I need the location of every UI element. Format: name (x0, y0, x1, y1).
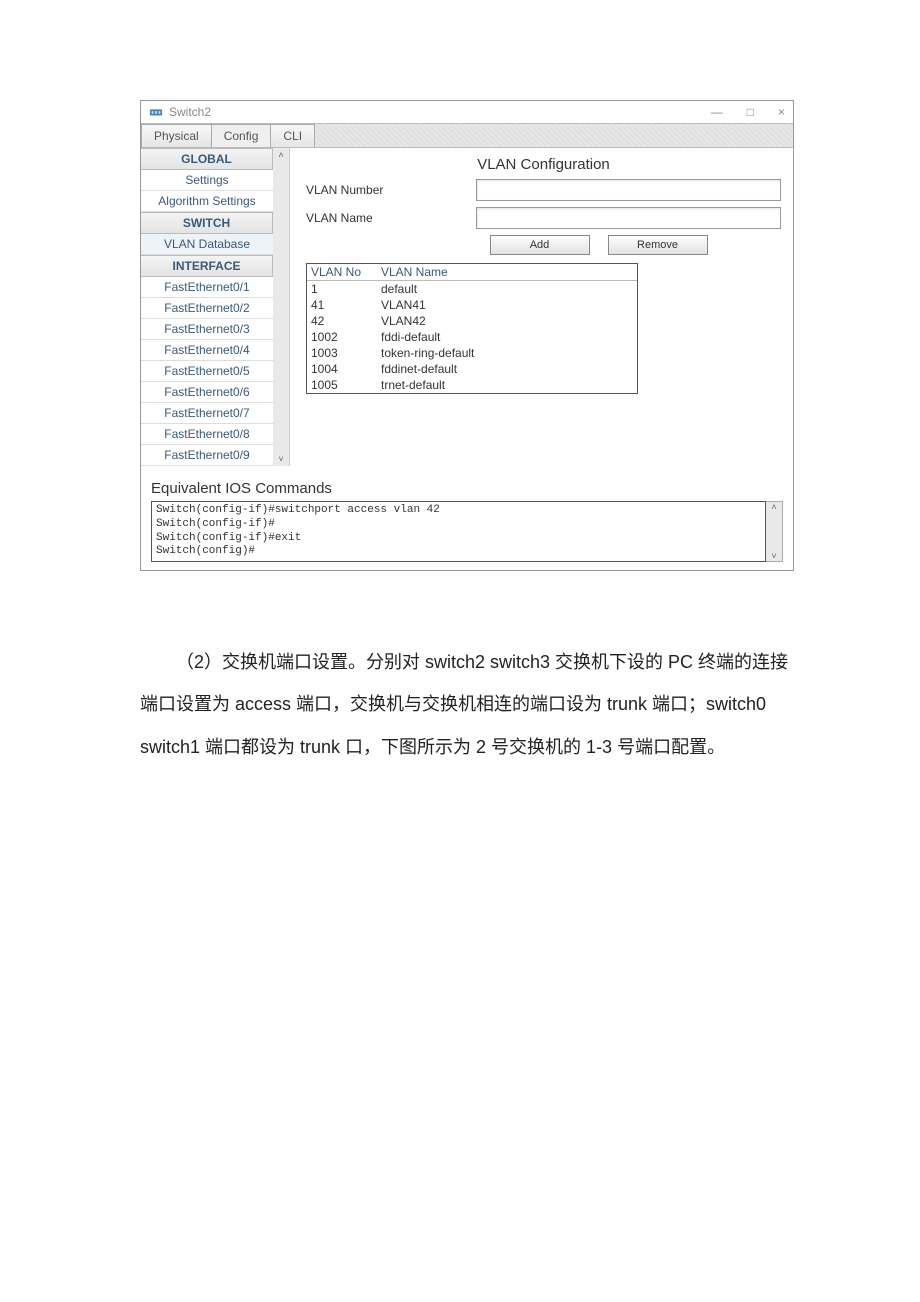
vlan-name-label: VLAN Name (306, 211, 476, 225)
vlan-table: VLAN No VLAN Name 1default 41VLAN41 42VL… (306, 263, 638, 394)
sidebar-scrollbar[interactable]: ˄ ˅ (273, 148, 289, 466)
table-row[interactable]: 42VLAN42 (307, 313, 637, 329)
switch-icon (149, 105, 163, 119)
sidebar-item-fe0-8[interactable]: FastEthernet0/8 (141, 424, 273, 445)
sidebar-item-fe0-1[interactable]: FastEthernet0/1 (141, 277, 273, 298)
sidebar-item-fe0-9[interactable]: FastEthernet0/9 (141, 445, 273, 466)
scroll-up-icon[interactable]: ˄ (278, 150, 283, 160)
minimize-button[interactable]: — (711, 105, 723, 119)
ios-scrollbar[interactable]: ˄ ˅ (766, 501, 783, 562)
tab-physical[interactable]: Physical (141, 124, 212, 147)
sidebar-item-fe0-6[interactable]: FastEthernet0/6 (141, 382, 273, 403)
col-vlan-no: VLAN No (311, 265, 381, 279)
table-row[interactable]: 1003token-ring-default (307, 345, 637, 361)
sidebar-item-fe0-3[interactable]: FastEthernet0/3 (141, 319, 273, 340)
vlan-table-header: VLAN No VLAN Name (307, 264, 637, 281)
panel-title: VLAN Configuration (306, 156, 781, 173)
window-title: Switch2 (169, 105, 711, 119)
scroll-up-icon[interactable]: ˄ (771, 502, 776, 512)
tab-bar: Physical Config CLI (141, 123, 793, 148)
titlebar: Switch2 — □ × (141, 101, 793, 123)
maximize-button[interactable]: □ (747, 105, 754, 119)
sidebar-header-interface: INTERFACE (141, 255, 273, 277)
scroll-down-icon[interactable]: ˅ (771, 551, 776, 561)
sidebar-item-settings[interactable]: Settings (141, 170, 273, 191)
main-panel: VLAN Configuration VLAN Number VLAN Name… (290, 148, 793, 466)
sidebar-item-fe0-4[interactable]: FastEthernet0/4 (141, 340, 273, 361)
sidebar-item-algorithm-settings[interactable]: Algorithm Settings (141, 191, 273, 212)
switch-config-window: Switch2 — □ × Physical Config CLI GLOBAL… (140, 100, 794, 571)
tab-config[interactable]: Config (211, 124, 272, 147)
ios-commands-output: Switch(config-if)#switchport access vlan… (151, 501, 766, 562)
table-row[interactable]: 1002fddi-default (307, 329, 637, 345)
sidebar-item-fe0-2[interactable]: FastEthernet0/2 (141, 298, 273, 319)
table-row[interactable]: 1default (307, 281, 637, 297)
table-row[interactable]: 1004fddinet-default (307, 361, 637, 377)
scroll-down-icon[interactable]: ˅ (278, 454, 283, 464)
sidebar-header-global: GLOBAL (141, 148, 273, 170)
config-sidebar: GLOBAL Settings Algorithm Settings SWITC… (141, 148, 273, 466)
table-row[interactable]: 41VLAN41 (307, 297, 637, 313)
document-paragraph: （2）交换机端口设置。分别对 switch2 switch3 交换机下设的 PC… (140, 641, 800, 768)
ios-commands-title: Equivalent IOS Commands (151, 480, 783, 497)
add-button[interactable]: Add (490, 235, 590, 255)
vlan-number-input[interactable] (476, 179, 781, 201)
close-button[interactable]: × (778, 105, 785, 119)
vlan-number-label: VLAN Number (306, 183, 476, 197)
vlan-name-input[interactable] (476, 207, 781, 229)
remove-button[interactable]: Remove (608, 235, 708, 255)
sidebar-header-switch: SWITCH (141, 212, 273, 234)
sidebar-item-fe0-5[interactable]: FastEthernet0/5 (141, 361, 273, 382)
sidebar-item-vlan-database[interactable]: VLAN Database (141, 234, 273, 255)
col-vlan-name: VLAN Name (381, 265, 633, 279)
table-row[interactable]: 1005trnet-default (307, 377, 637, 393)
tab-cli[interactable]: CLI (270, 124, 315, 147)
sidebar-item-fe0-7[interactable]: FastEthernet0/7 (141, 403, 273, 424)
